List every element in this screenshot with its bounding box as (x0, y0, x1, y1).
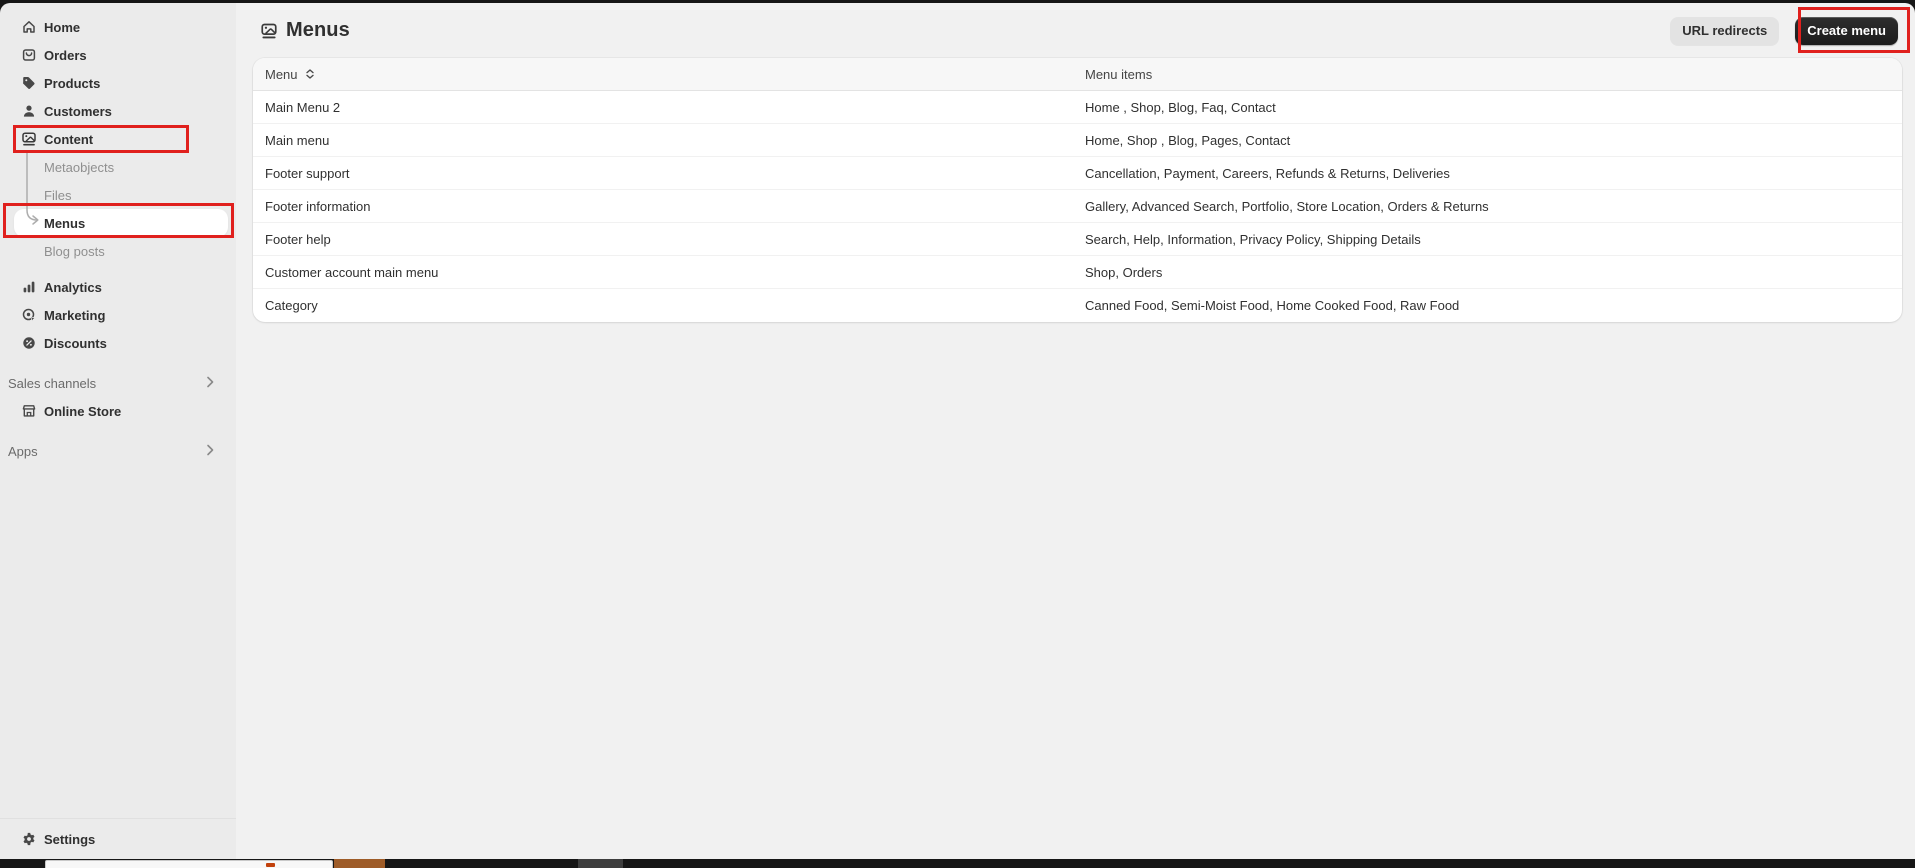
taskbar-orange-mark (266, 863, 275, 867)
cell-menu-name[interactable]: Customer account main menu (253, 265, 1073, 280)
table-body: Main Menu 2Home , Shop, Blog, Faq, Conta… (253, 91, 1902, 322)
cell-menu-items: Gallery, Advanced Search, Portfolio, Sto… (1073, 199, 1902, 214)
sidebar-item-menus[interactable]: Menus (14, 209, 228, 237)
analytics-icon (21, 279, 37, 295)
cell-menu-items: Shop, Orders (1073, 265, 1902, 280)
cell-menu-items: Home , Shop, Blog, Faq, Contact (1073, 100, 1902, 115)
sidebar-section-sales-channels[interactable]: Sales channels (0, 369, 228, 397)
sidebar-item-settings[interactable]: Settings (14, 825, 220, 853)
content-icon (260, 22, 278, 40)
sidebar-spacer (0, 425, 236, 437)
sidebar-item-blog-posts[interactable]: Blog posts (14, 237, 228, 265)
taskbar-window-orange[interactable] (334, 859, 385, 868)
sidebar-item-home[interactable]: Home (14, 13, 228, 41)
chevron-right-icon[interactable] (202, 442, 218, 461)
orders-icon (21, 47, 37, 63)
gear-icon (21, 831, 37, 847)
sidebar-item-label: Metaobjects (44, 160, 114, 175)
taskbar-window-gray[interactable] (578, 859, 623, 868)
sidebar-item-label: Discounts (44, 336, 107, 351)
column-header-menu[interactable]: Menu (253, 67, 1073, 82)
sidebar-item-orders[interactable]: Orders (14, 41, 228, 69)
marketing-icon (21, 307, 37, 323)
customers-icon (21, 103, 37, 119)
sidebar-item-label: Content (44, 132, 93, 147)
taskbar-strip (0, 859, 1915, 868)
sidebar-item-customers[interactable]: Customers (14, 97, 228, 125)
page-title-wrap: Menus (260, 19, 350, 42)
sidebar-item-label: Home (44, 20, 80, 35)
table-header-row: Menu Menu items (253, 58, 1902, 91)
sidebar-item-discounts[interactable]: Discounts (14, 329, 228, 357)
sidebar-item-label: Online Store (44, 404, 121, 419)
sidebar-item-metaobjects[interactable]: Metaobjects (14, 153, 228, 181)
products-icon (21, 75, 37, 91)
taskbar-window-light[interactable] (45, 860, 333, 868)
sidebar-item-online-store[interactable]: Online Store (14, 397, 228, 425)
cell-menu-items: Cancellation, Payment, Careers, Refunds … (1073, 166, 1902, 181)
sidebar-item-label: Settings (44, 832, 95, 847)
cell-menu-items: Home, Shop , Blog, Pages, Contact (1073, 133, 1902, 148)
cell-menu-items: Canned Food, Semi-Moist Food, Home Cooke… (1073, 298, 1902, 313)
sidebar-section-label: Sales channels (8, 376, 96, 391)
cell-menu-name[interactable]: Category (253, 298, 1073, 313)
main-content: Menus URL redirects Create menu Menu Men… (236, 3, 1915, 859)
table-row[interactable]: Footer informationGallery, Advanced Sear… (253, 190, 1902, 223)
cell-menu-name[interactable]: Footer information (253, 199, 1073, 214)
cell-menu-items: Search, Help, Information, Privacy Polic… (1073, 232, 1902, 247)
sidebar-item-label: Products (44, 76, 100, 91)
sidebar-item-products[interactable]: Products (14, 69, 228, 97)
create-menu-button[interactable]: Create menu (1795, 17, 1898, 45)
url-redirects-button[interactable]: URL redirects (1670, 17, 1779, 45)
sidebar-item-files[interactable]: Files (14, 181, 228, 209)
cell-menu-name[interactable]: Main menu (253, 133, 1073, 148)
sidebar-item-analytics[interactable]: Analytics (14, 273, 228, 301)
sidebar-item-label: Orders (44, 48, 87, 63)
cell-menu-name[interactable]: Footer help (253, 232, 1073, 247)
sidebar-nav: Home Orders Products Customers Content Metaob… (0, 3, 236, 465)
header-actions: URL redirects Create menu (1670, 17, 1898, 45)
sidebar-item-label: Marketing (44, 308, 105, 323)
table-row[interactable]: Main menuHome, Shop , Blog, Pages, Conta… (253, 124, 1902, 157)
table-row[interactable]: Main Menu 2Home , Shop, Blog, Faq, Conta… (253, 91, 1902, 124)
home-icon (21, 19, 37, 35)
cell-menu-name[interactable]: Main Menu 2 (253, 100, 1073, 115)
sidebar-item-content[interactable]: Content (14, 125, 228, 153)
sidebar-spacer (0, 357, 236, 369)
sidebar-item-label: Blog posts (44, 244, 105, 259)
sidebar-section-apps[interactable]: Apps (0, 437, 228, 465)
discounts-icon (21, 335, 37, 351)
content-icon (21, 131, 37, 147)
column-header-menu-label: Menu (265, 67, 298, 82)
sidebar-item-marketing[interactable]: Marketing (14, 301, 228, 329)
sidebar-section-label: Apps (8, 444, 38, 459)
sidebar-item-label: Analytics (44, 280, 102, 295)
page-title: Menus (286, 19, 350, 42)
table-row[interactable]: CategoryCanned Food, Semi-Moist Food, Ho… (253, 289, 1902, 322)
cell-menu-name[interactable]: Footer support (253, 166, 1073, 181)
table-row[interactable]: Footer supportCancellation, Payment, Car… (253, 157, 1902, 190)
sidebar-item-label: Menus (44, 216, 85, 231)
sort-updown-icon[interactable] (303, 67, 317, 81)
sidebar: Home Orders Products Customers Content Metaob… (0, 3, 236, 859)
chevron-right-icon[interactable] (202, 374, 218, 393)
sidebar-spacer (0, 265, 236, 273)
table-row[interactable]: Customer account main menuShop, Orders (253, 256, 1902, 289)
sidebar-footer: Settings (0, 818, 236, 859)
sidebar-item-label: Files (44, 188, 71, 203)
table-row[interactable]: Footer helpSearch, Help, Information, Pr… (253, 223, 1902, 256)
column-header-menu-items: Menu items (1073, 67, 1902, 82)
online-store-icon (21, 403, 37, 419)
menus-table-card: Menu Menu items Main Menu 2Home , Shop, … (253, 58, 1902, 322)
sidebar-item-label: Customers (44, 104, 112, 119)
page-header: Menus URL redirects Create menu (236, 3, 1915, 58)
